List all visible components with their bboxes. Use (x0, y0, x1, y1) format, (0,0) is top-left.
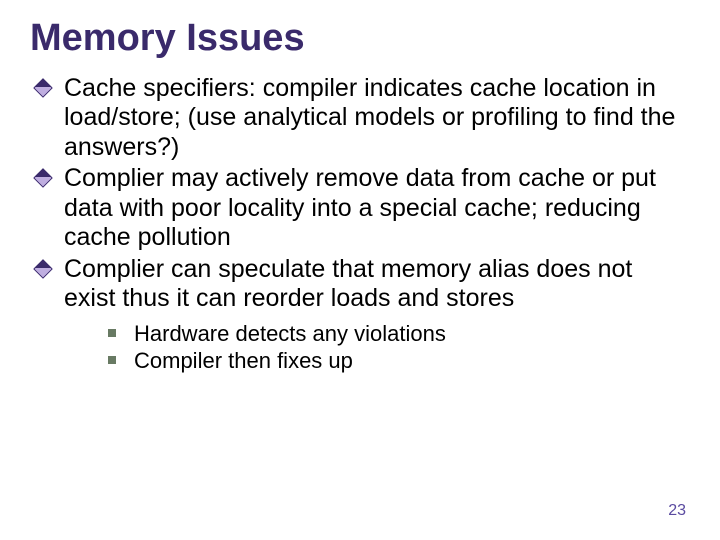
square-bullet-icon (108, 329, 116, 337)
diamond-bullet-icon (33, 168, 53, 188)
list-item: Complier can speculate that memory alias… (36, 255, 690, 314)
bullet-list-level2: Hardware detects any violations Compiler… (108, 320, 690, 375)
list-item: Compiler then fixes up (108, 347, 690, 375)
square-bullet-icon (108, 356, 116, 364)
list-item: Hardware detects any violations (108, 320, 690, 348)
list-item-text: Compiler then fixes up (134, 348, 353, 373)
list-item-text: Hardware detects any violations (134, 321, 446, 346)
list-item-text: Cache specifiers: compiler indicates cac… (64, 74, 675, 161)
page-number: 23 (668, 502, 686, 520)
list-item-text: Complier can speculate that memory alias… (64, 255, 632, 313)
slide-title: Memory Issues (30, 18, 690, 60)
list-item: Complier may actively remove data from c… (36, 164, 690, 253)
list-item-text: Complier may actively remove data from c… (64, 164, 656, 251)
diamond-bullet-icon (33, 259, 53, 279)
slide: Memory Issues Cache specifiers: compiler… (0, 0, 720, 540)
bullet-list-level1: Cache specifiers: compiler indicates cac… (36, 74, 690, 314)
list-item: Cache specifiers: compiler indicates cac… (36, 74, 690, 163)
diamond-bullet-icon (33, 78, 53, 98)
